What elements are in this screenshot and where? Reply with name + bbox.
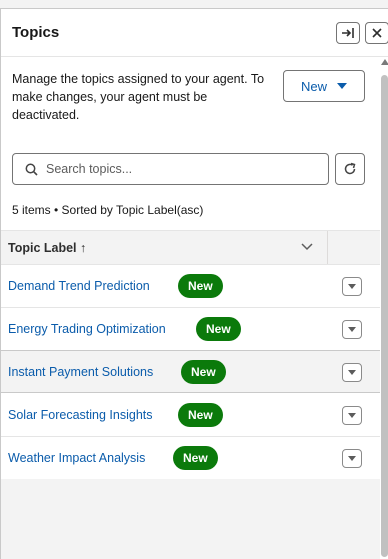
- collapse-panel-button[interactable]: [336, 22, 360, 44]
- refresh-icon: [344, 162, 356, 175]
- dropdown-icon: [348, 413, 356, 418]
- table-header: Topic Label ↑: [1, 230, 380, 265]
- row-actions-button[interactable]: [342, 363, 362, 382]
- new-topic-button[interactable]: New: [283, 70, 365, 102]
- new-badge: New: [178, 274, 223, 298]
- new-badge: New: [181, 360, 226, 384]
- new-button-label: New: [300, 78, 327, 94]
- dropdown-icon: [348, 284, 356, 289]
- search-input[interactable]: [46, 162, 306, 176]
- collapse-panel-icon: [342, 28, 354, 38]
- scroll-up-icon[interactable]: [381, 59, 388, 65]
- chevron-down-icon[interactable]: [300, 242, 314, 252]
- dropdown-icon: [348, 327, 356, 332]
- refresh-button[interactable]: [335, 153, 365, 185]
- panel-header: Topics: [1, 9, 388, 57]
- column-topic-label[interactable]: Topic Label ↑: [8, 241, 86, 255]
- panel-title: Topics: [12, 24, 60, 41]
- table-row: Instant Payment Solutions New: [1, 350, 380, 393]
- row-actions-button[interactable]: [342, 406, 362, 425]
- column-divider: [327, 231, 328, 264]
- new-badge: New: [173, 446, 218, 470]
- dropdown-icon: [348, 370, 356, 375]
- dropdown-icon: [348, 456, 356, 461]
- row-actions-button[interactable]: [342, 277, 362, 296]
- topic-link[interactable]: Energy Trading Optimization: [8, 322, 166, 336]
- row-actions-button[interactable]: [342, 449, 362, 468]
- new-badge: New: [196, 317, 241, 341]
- chevron-down-icon: [337, 83, 347, 89]
- scroll-thumb[interactable]: [381, 75, 388, 557]
- close-button[interactable]: [365, 22, 388, 44]
- topic-link[interactable]: Solar Forecasting Insights: [8, 408, 153, 422]
- search-icon: [25, 163, 38, 176]
- topics-panel: Topics Manage the topics assigned to you…: [0, 8, 388, 559]
- panel-description: Manage the topics assigned to your agent…: [12, 72, 265, 122]
- list-meta: 5 items • Sorted by Topic Label(asc): [12, 203, 204, 217]
- topic-link[interactable]: Weather Impact Analysis: [8, 451, 145, 465]
- new-badge: New: [178, 403, 223, 427]
- topic-link[interactable]: Instant Payment Solutions: [8, 365, 153, 379]
- table-row: Weather Impact Analysis New: [1, 437, 380, 480]
- scrollbar[interactable]: [380, 57, 388, 559]
- close-icon: [372, 28, 382, 38]
- table-row: Demand Trend Prediction New: [1, 265, 380, 308]
- empty-area: [1, 479, 380, 559]
- table-row: Energy Trading Optimization New: [1, 308, 380, 351]
- row-actions-button[interactable]: [342, 320, 362, 339]
- search-box[interactable]: [12, 153, 329, 185]
- topic-link[interactable]: Demand Trend Prediction: [8, 279, 150, 293]
- table-row: Solar Forecasting Insights New: [1, 394, 380, 437]
